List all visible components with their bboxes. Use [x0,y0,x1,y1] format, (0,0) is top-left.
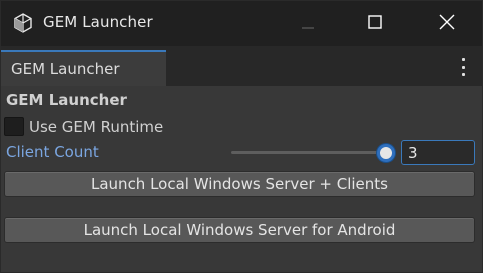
launch-server-android-button[interactable]: Launch Local Windows Server for Android [4,217,475,243]
unity-cube-icon [13,13,33,33]
client-count-field[interactable]: 3 [401,140,475,165]
close-button[interactable] [416,1,478,46]
tab-gem-launcher[interactable]: GEM Launcher [1,50,166,86]
section-title: GEM Launcher [6,91,127,109]
title-bar[interactable]: GEM Launcher [1,1,482,46]
client-count-slider-thumb[interactable] [377,144,395,162]
launch-server-clients-button[interactable]: Launch Local Windows Server + Clients [4,171,475,197]
close-icon [439,14,455,34]
use-gem-runtime-label[interactable]: Use GEM Runtime [29,118,163,136]
window-title: GEM Launcher [43,13,153,31]
tab-strip: GEM Launcher [1,46,482,86]
use-gem-runtime-checkbox[interactable] [4,117,24,136]
maximize-button[interactable] [344,1,406,46]
client-count-slider-track[interactable] [231,151,387,154]
editor-window: GEM Launcher GEM Launcher GEM Launcher U… [0,0,483,273]
maximize-icon [368,14,382,33]
minimize-icon [302,14,314,33]
tab-label: GEM Launcher [11,60,120,78]
client-count-label: Client Count [6,143,99,161]
kebab-menu-icon[interactable] [456,58,470,76]
minimize-button[interactable] [277,1,339,46]
